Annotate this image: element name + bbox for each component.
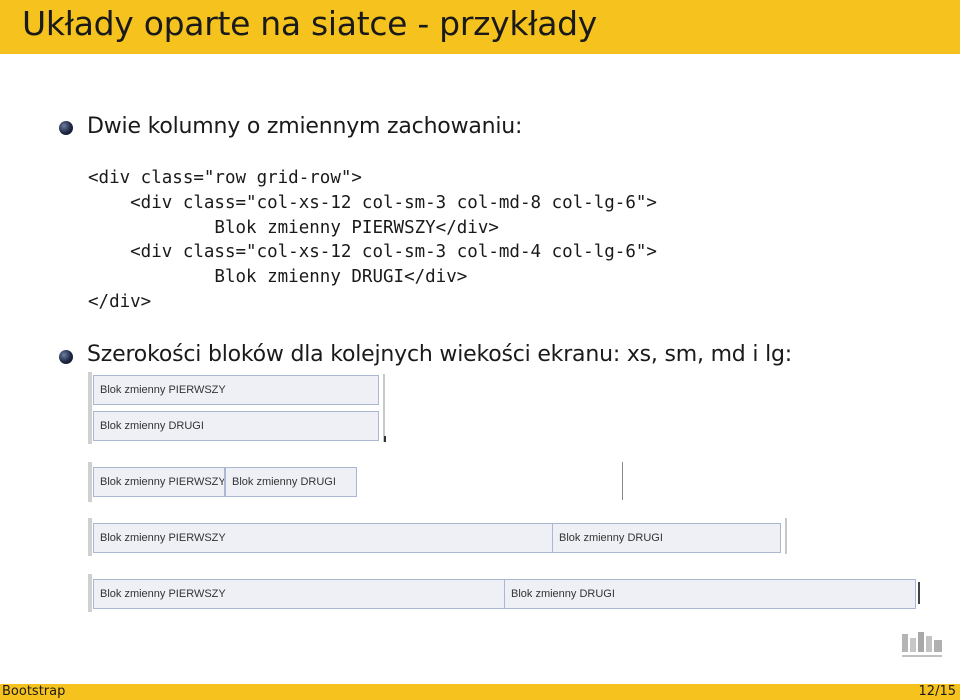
code-line: <div class="row grid-row"> <box>88 168 362 188</box>
demo-edge <box>622 462 623 500</box>
slide-title: Układy oparte na siatce - przykłady <box>22 4 598 43</box>
university-logo <box>902 632 942 657</box>
bullet-text-2: Szerokości bloków dla kolejnych wiekości… <box>87 342 792 367</box>
demo-edge <box>88 518 92 556</box>
code-line: <div class="col-xs-12 col-sm-3 col-md-8 … <box>88 192 657 213</box>
demo-edge <box>88 372 92 444</box>
demo-screenshot-sm: Blok zmienny PIERWSZY Blok zmienny DRUGI <box>88 462 628 502</box>
block-first: Blok zmienny PIERWSZY <box>93 375 379 405</box>
demo-edge <box>785 518 787 554</box>
bullet-icon <box>59 350 73 364</box>
block-second: Blok zmienny DRUGI <box>93 411 379 441</box>
bullet-text-1: Dwie kolumny o zmiennym zachowaniu: <box>87 114 523 139</box>
demo-edge <box>384 436 386 442</box>
block-second: Blok zmienny DRUGI <box>552 523 781 553</box>
title-bar: Układy oparte na siatce - przykłady <box>0 0 960 54</box>
code-block: <div class="row grid-row"> <div class="c… <box>88 166 657 315</box>
code-line: <div class="col-xs-12 col-sm-3 col-md-4 … <box>88 242 657 263</box>
demo-edge <box>918 582 920 604</box>
block-first: Blok zmienny PIERWSZY <box>93 467 225 497</box>
demo-edge <box>88 574 92 612</box>
block-second: Blok zmienny DRUGI <box>504 579 916 609</box>
demo-edge <box>88 462 92 502</box>
block-first: Blok zmienny PIERWSZY <box>93 523 553 553</box>
footer-title: Bootstrap <box>2 684 66 699</box>
code-line: Blok zmienny DRUGI</div> <box>88 267 468 288</box>
code-line: Blok zmienny PIERWSZY</div> <box>88 217 499 238</box>
code-line: </div> <box>88 291 152 312</box>
footer-bar: Bootstrap 12/15 <box>0 684 960 700</box>
demo-screenshot-lg: Blok zmienny PIERWSZY Blok zmienny DRUGI <box>88 574 924 612</box>
demo-screenshot-md: Blok zmienny PIERWSZY Blok zmienny DRUGI <box>88 518 788 556</box>
demo-screenshot-xs: Blok zmienny PIERWSZY Blok zmienny DRUGI <box>88 372 388 444</box>
page-number: 12/15 <box>918 684 956 699</box>
block-first: Blok zmienny PIERWSZY <box>93 579 505 609</box>
bullet-icon <box>59 121 73 135</box>
block-second: Blok zmienny DRUGI <box>225 467 357 497</box>
demo-edge <box>383 374 385 442</box>
